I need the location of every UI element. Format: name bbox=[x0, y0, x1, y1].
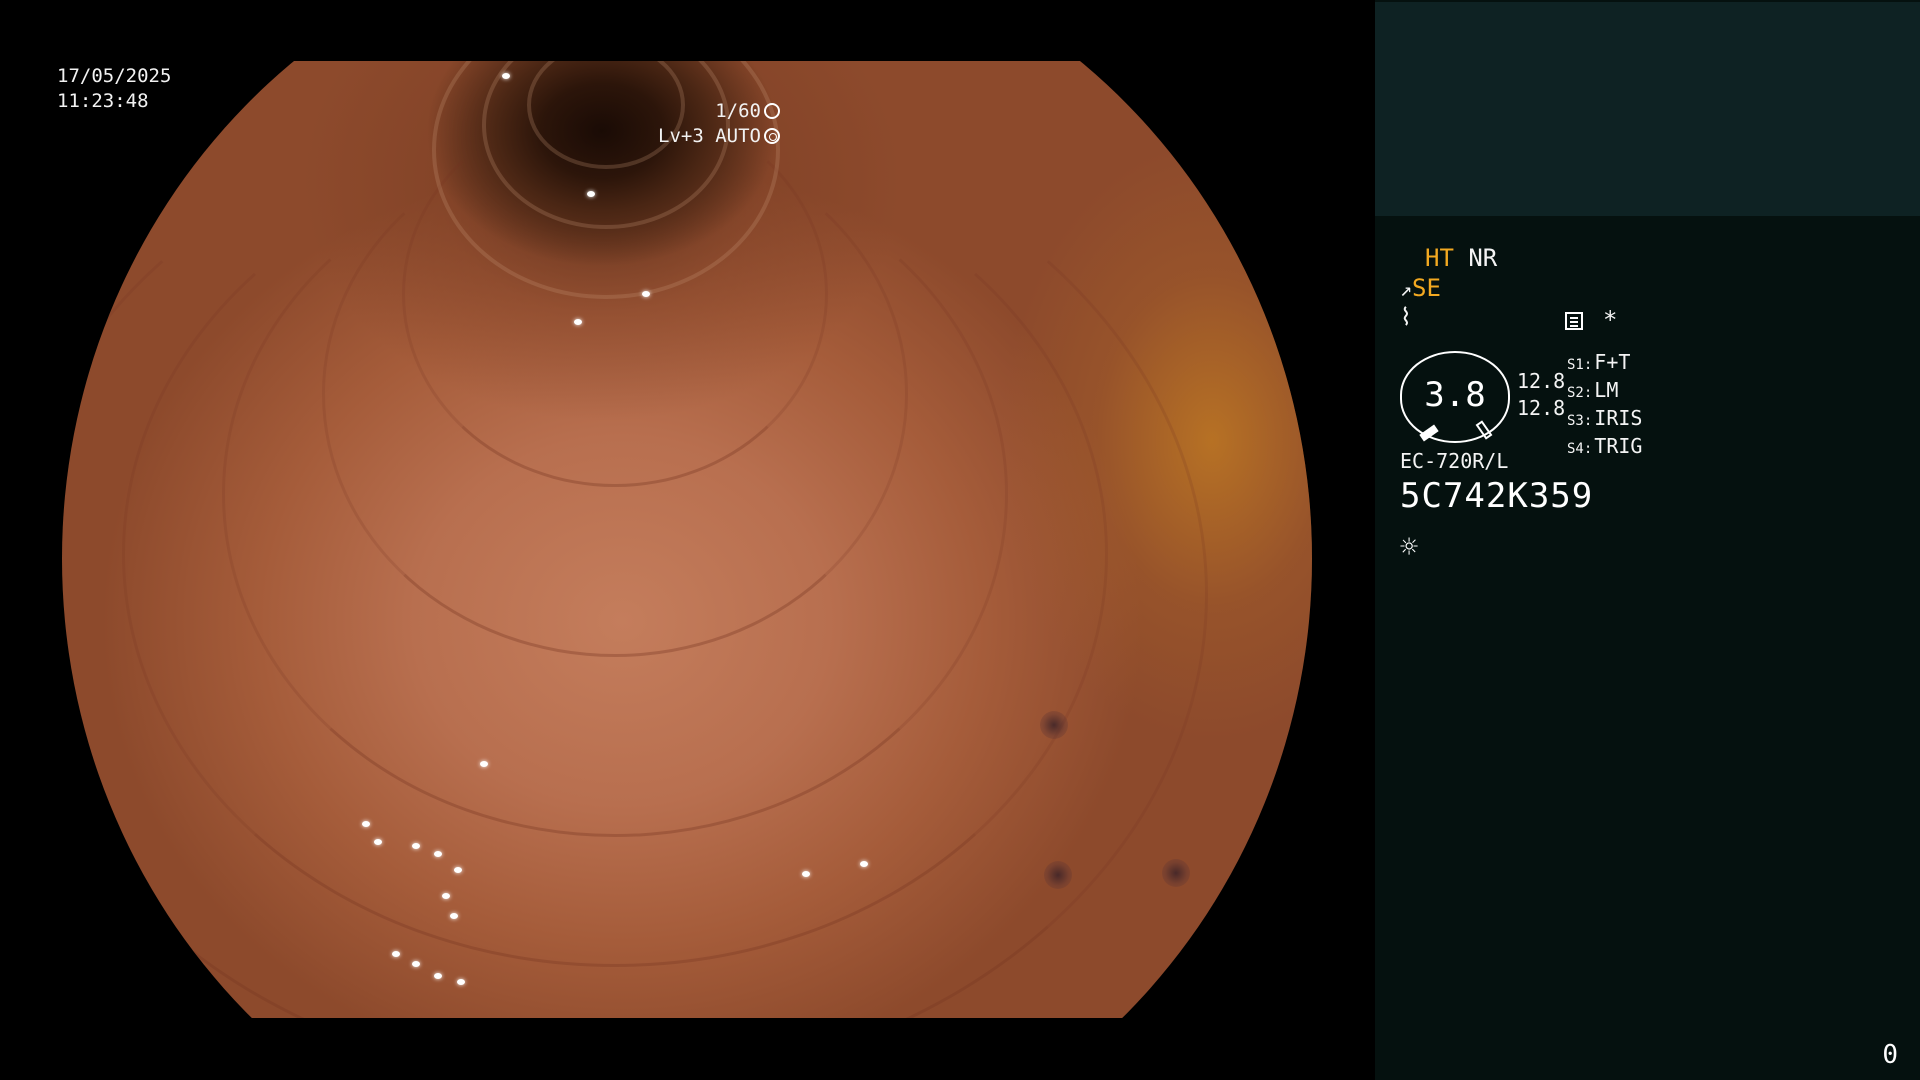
shutter-icon bbox=[764, 103, 780, 119]
specular-glint bbox=[450, 913, 458, 919]
switch-key: S2: bbox=[1567, 385, 1593, 401]
info-panel: HT NR ↗SE ⌇ * 3.8 12.8 12.8 S1: F+T S2: LM… bbox=[1375, 0, 1920, 1080]
specular-glint bbox=[434, 851, 442, 857]
shutter-speed-text: 1/60 bbox=[715, 100, 761, 122]
switch-value: LM bbox=[1594, 378, 1619, 402]
switch-key: S1: bbox=[1567, 357, 1593, 373]
gauge-marker-filled bbox=[1419, 424, 1439, 442]
specular-glint bbox=[392, 951, 400, 957]
mode-ht: HT bbox=[1425, 244, 1454, 272]
patient-info-box bbox=[1375, 2, 1920, 216]
date-text: 17/05/2025 bbox=[57, 65, 172, 87]
switch-key: S4: bbox=[1567, 441, 1593, 457]
specular-glint bbox=[362, 821, 370, 827]
switch-item: S4: TRIG bbox=[1567, 434, 1642, 462]
mucosal-spot bbox=[1040, 711, 1068, 739]
switch-item: S3: IRIS bbox=[1567, 406, 1642, 434]
specular-glint bbox=[587, 191, 595, 197]
light-source-icon: ☼ bbox=[1400, 530, 1419, 565]
specular-glint bbox=[502, 73, 510, 79]
switch-key: S3: bbox=[1567, 413, 1593, 429]
zoom-value: 3.8 bbox=[1424, 375, 1486, 415]
specular-glint bbox=[412, 843, 420, 849]
date-time-stamp: 17/05/2025 11:23:48 bbox=[57, 64, 171, 114]
frame-counter: 0 bbox=[1882, 1040, 1898, 1070]
side-value: 12.8 bbox=[1517, 369, 1566, 393]
iris-icon bbox=[764, 128, 780, 144]
switch-value: TRIG bbox=[1594, 434, 1643, 458]
brightness-level-text: Lv+3 AUTO bbox=[658, 125, 761, 147]
switch-item: S1: F+T bbox=[1567, 350, 1642, 378]
specular-glint bbox=[574, 319, 582, 325]
specular-glint bbox=[412, 961, 420, 967]
time-text: 11:23:48 bbox=[57, 90, 149, 112]
mode-nr: NR bbox=[1468, 244, 1498, 272]
endoscopic-image bbox=[62, 61, 1312, 1018]
scope-switch-list: S1: F+T S2: LM S3: IRIS S4: TRIG bbox=[1567, 350, 1642, 462]
mucosal-spot bbox=[1162, 859, 1190, 887]
scope-model: EC-720R/L bbox=[1400, 449, 1509, 473]
filter-icon: ⌇ bbox=[1400, 303, 1412, 331]
specular-glint bbox=[860, 861, 868, 867]
specular-glint bbox=[454, 867, 462, 873]
asterisk-indicator: * bbox=[1603, 306, 1618, 334]
side-values: 12.8 12.8 bbox=[1517, 368, 1565, 422]
specular-glint bbox=[374, 839, 382, 845]
mode-se: SE bbox=[1412, 274, 1441, 302]
mode-row-se: ↗SE bbox=[1400, 274, 1441, 303]
specular-glint bbox=[457, 979, 465, 985]
scope-serial-number: 5C742K359 bbox=[1400, 476, 1594, 516]
switch-value: IRIS bbox=[1594, 406, 1643, 430]
endoscope-display: 17/05/2025 11:23:48 1/60 Lv+3 AUTO bbox=[0, 0, 1375, 1080]
specular-glint bbox=[642, 291, 650, 297]
side-value: 12.8 bbox=[1517, 396, 1566, 420]
switch-value: F+T bbox=[1594, 350, 1631, 374]
zoom-gauge: 3.8 bbox=[1400, 351, 1510, 443]
exposure-info: 1/60 Lv+3 AUTO bbox=[658, 99, 780, 149]
mode-row-ht-nr: HT NR bbox=[1425, 244, 1497, 272]
settings-icons: * bbox=[1565, 306, 1617, 334]
memo-icon bbox=[1565, 312, 1583, 330]
mucosal-spot bbox=[1044, 861, 1072, 889]
structure-enhance-icon: ↗ bbox=[1400, 277, 1413, 301]
specular-glint bbox=[802, 871, 810, 877]
switch-item: S2: LM bbox=[1567, 378, 1642, 406]
specular-glint bbox=[480, 761, 488, 767]
gauge-marker-outline bbox=[1475, 420, 1493, 440]
specular-glint bbox=[442, 893, 450, 899]
specular-glint bbox=[434, 973, 442, 979]
